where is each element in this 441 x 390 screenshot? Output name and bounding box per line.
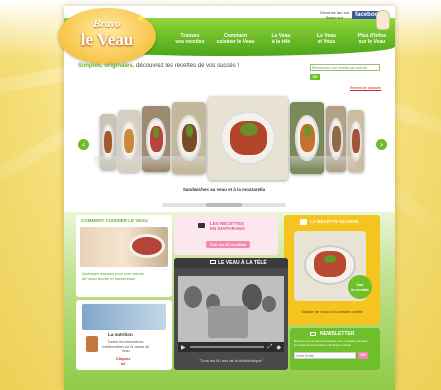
camera-icon — [198, 223, 205, 228]
search-button[interactable]: OK — [310, 74, 320, 80]
nutrition-link[interactable]: Cliquez ici — [116, 356, 130, 366]
recette-du-mois-title: LA RECETTE DU MOIS — [310, 219, 359, 224]
voir-recettes-button[interactable]: Voir les 40 recettes — [206, 241, 251, 248]
fullscreen-icon[interactable]: ⤢ — [268, 343, 273, 351]
nav-comment-cuisiner[interactable]: Comment cuisiner le Veau — [214, 33, 258, 45]
nav-plus-infos[interactable]: Plus d'infos sur le Veau — [350, 33, 394, 45]
nav-trouvez-recettes[interactable]: Trouvez vos recettes — [168, 33, 212, 45]
book-icon — [300, 219, 307, 225]
video-header: LE VEAU À LA TÉLÉ — [174, 258, 288, 268]
plate-photo — [132, 237, 162, 255]
tagline-originales: originales — [104, 63, 133, 69]
tv-icon — [210, 260, 216, 264]
carousel-scrollbar[interactable] — [162, 203, 286, 207]
video-player[interactable] — [178, 276, 284, 346]
video-controls: ▶ ⤢ ◆ — [178, 342, 284, 352]
search-input[interactable] — [310, 64, 380, 71]
newsletter-title: NEWSLETTER — [320, 331, 355, 337]
play-icon[interactable]: ▶ — [181, 344, 186, 351]
main-nav: Trouvez vos recettes Comment cuisiner le… — [168, 33, 394, 45]
newsletter-ok-button[interactable]: OK — [358, 352, 368, 359]
facebook-fan-text: Devenez fan sur Bravo sur — [320, 10, 350, 20]
brand-logo[interactable]: Bravo le Veau ★ — [58, 8, 156, 64]
newsletter-desc: Recevez par email nos recettes, nos nouv… — [294, 339, 368, 347]
carousel-card-featured[interactable] — [208, 96, 288, 180]
tagline-rest: , découvrez les recettes de vos succès ! — [132, 63, 240, 69]
tagline: Simples, originales, découvrez les recet… — [78, 63, 240, 69]
video-box: LE VEAU À LA TÉLÉ ▶ ⤢ ◆ "Tous les 60 ans… — [174, 258, 288, 370]
calf-mascot-icon — [376, 10, 390, 30]
nutrition-desc: Toutes les informations nutritionnelles … — [102, 340, 150, 353]
star-icon: ★ — [136, 13, 146, 25]
nutrition-title: La nutrition — [108, 332, 133, 337]
nav-veau-et-vous[interactable]: Le Veau et Vous — [305, 33, 349, 45]
newsletter-email-input[interactable] — [294, 352, 356, 359]
diaporama-title: LES RECETTES EN DIAPORAMA — [210, 221, 246, 231]
facebook-widget: Devenez fan sur Bravo sur facebook — [320, 10, 385, 20]
diaporama-box[interactable]: LES RECETTES EN DIAPORAMA Voir les 40 re… — [174, 215, 278, 255]
recipe-carousel — [94, 96, 364, 188]
nav-veau-tele[interactable]: Le Veau à la télé — [259, 33, 303, 45]
recette-du-mois-box[interactable]: LA RECETTE DU MOIS Voir la recette Salad… — [284, 215, 380, 325]
nutrition-box[interactable]: La nutrition Toutes les informations nut… — [76, 300, 172, 370]
advanced-search-link[interactable]: Recherche avancée — [350, 86, 381, 90]
video-caption: "Tous les 60 ans de la bibiliothèque" — [199, 358, 263, 363]
volume-icon[interactable]: ◆ — [276, 344, 281, 351]
food-pack-icon — [86, 336, 98, 352]
logo-line2: le Veau — [80, 30, 134, 49]
website-page: Trouvez vos recettes Comment cuisiner le… — [58, 6, 395, 390]
video-title: LE VEAU À LA TÉLÉ — [218, 260, 267, 266]
scrollbar-thumb[interactable] — [206, 203, 242, 207]
newsletter-box: NEWSLETTER Recevez par email nos recette… — [290, 328, 380, 370]
carousel-caption: Sandwiches au veau et à la mozzarella — [182, 187, 266, 192]
carousel-prev-arrow[interactable]: ‹ — [78, 139, 89, 150]
voir-recette-badge[interactable]: Voir la recette — [348, 275, 372, 299]
mail-icon — [310, 332, 316, 336]
comment-cuisiner-title: COMMENT CUISINER LE VEAU — [81, 218, 148, 223]
tagline-simples: Simples — [78, 63, 102, 69]
progress-bar[interactable] — [189, 346, 264, 348]
carousel-next-arrow[interactable]: › — [376, 139, 387, 150]
recette-caption: Salade de veau à la tomate confite — [301, 309, 363, 314]
comment-cuisiner-box[interactable]: COMMENT CUISINER LE VEAU Quelques astuce… — [76, 215, 172, 297]
comment-cuisiner-desc: Quelques astuces pour une viande de Veau… — [82, 271, 144, 281]
nutrition-photo — [82, 304, 166, 330]
